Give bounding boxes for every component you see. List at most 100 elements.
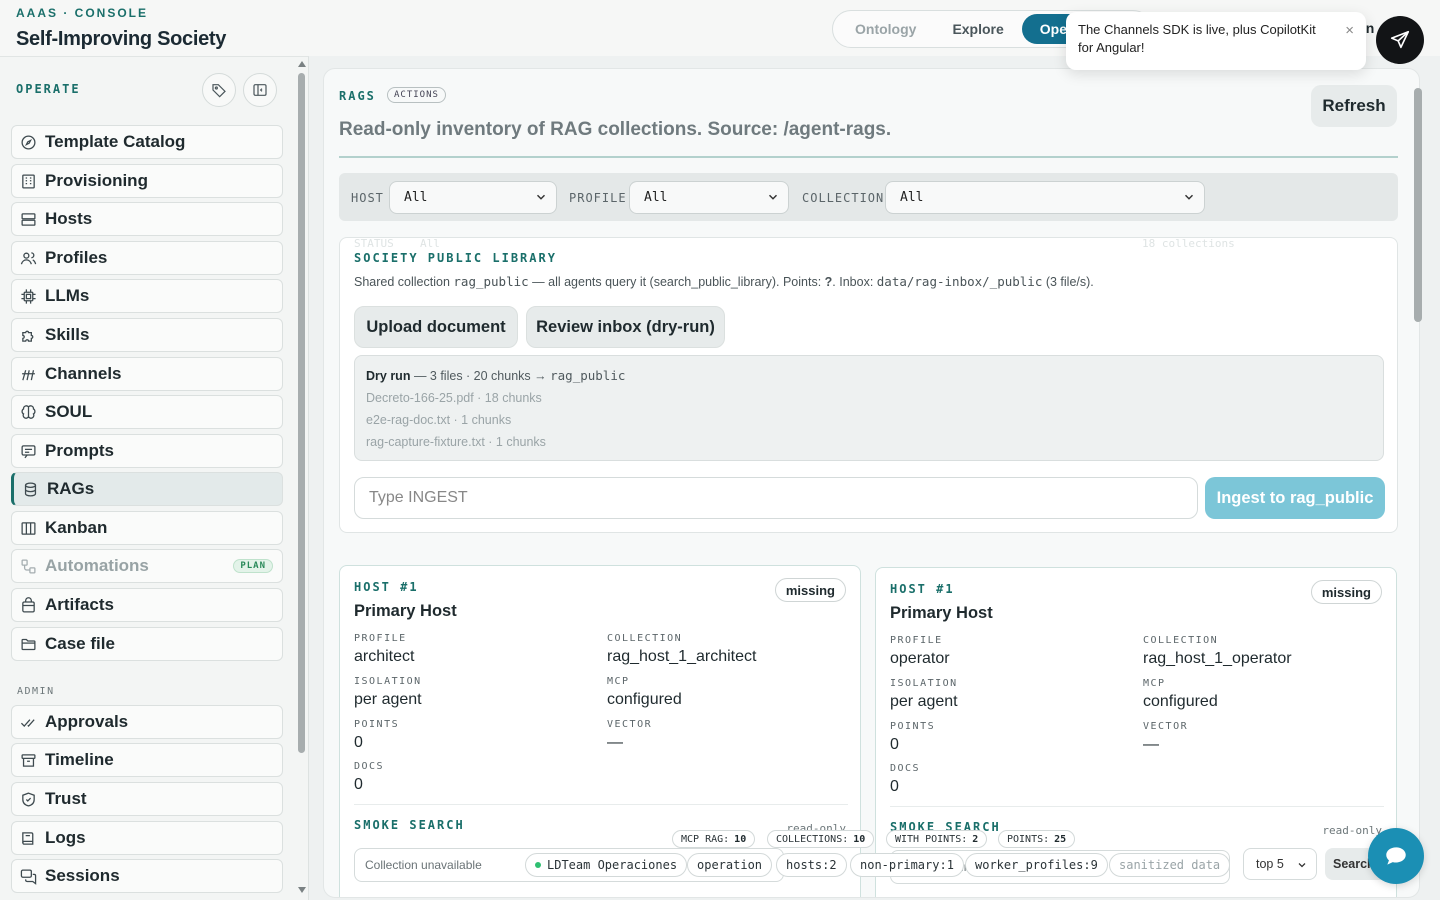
sidebar-item-label: Profiles bbox=[45, 248, 108, 267]
worker-profiles-chip[interactable]: worker_profiles:9 bbox=[965, 853, 1108, 877]
sidebar-item-provisioning[interactable]: Provisioning bbox=[11, 164, 283, 198]
dry-run-header: Dry run — 3 files · 20 chunks → rag_publ… bbox=[366, 368, 1372, 383]
chat-launcher-button[interactable] bbox=[1368, 828, 1424, 884]
host-kicker: HOST #1 bbox=[354, 580, 419, 594]
scroll-down-arrow-icon[interactable] bbox=[298, 887, 306, 893]
isolation-label: ISOLATION bbox=[890, 678, 958, 689]
sidebar-item-label: LLMs bbox=[45, 286, 90, 305]
check-icon bbox=[20, 718, 35, 727]
header-divider bbox=[339, 156, 1398, 158]
chevron-down-icon bbox=[1184, 194, 1194, 200]
sidebar-item-template-catalog[interactable]: Template Catalog bbox=[11, 125, 283, 159]
sidebar-item-hosts[interactable]: Hosts bbox=[11, 202, 283, 236]
team-chip-label: LDTeam Operaciones bbox=[547, 858, 678, 872]
collection-value: rag_host_1_architect bbox=[607, 648, 757, 665]
profile-label: PROFILE bbox=[890, 635, 943, 646]
sidebar-item-trust[interactable]: Trust bbox=[11, 782, 283, 816]
dry-run-summary: Dry run — 3 files · 20 chunks → rag_publ… bbox=[354, 355, 1384, 461]
sidebar-item-label: Approvals bbox=[45, 712, 129, 731]
profile-filter-value: All bbox=[644, 190, 668, 205]
sidebar-item-channels[interactable]: Channels bbox=[11, 357, 283, 391]
puzzle-icon bbox=[22, 330, 34, 342]
team-chip[interactable]: LDTeam Operaciones bbox=[525, 853, 688, 877]
sidebar-item-llms[interactable]: LLMs bbox=[11, 279, 283, 313]
sidebar-scroll-thumb[interactable] bbox=[298, 73, 305, 753]
hosts-chip[interactable]: hosts:2 bbox=[776, 853, 847, 877]
workflow-icon bbox=[21, 558, 36, 574]
profile-filter-label: PROFILE bbox=[569, 191, 627, 205]
sidebar-section-operate: OPERATE bbox=[16, 82, 81, 96]
columns-icon bbox=[21, 521, 36, 535]
sidebar-item-approvals[interactable]: Approvals bbox=[11, 705, 283, 739]
dry-run-label: Dry run bbox=[366, 369, 411, 383]
public-library-card: STATUS All 18 collections SOCIETY PUBLIC… bbox=[339, 237, 1398, 533]
book-icon bbox=[22, 831, 34, 845]
sidebar-tag-button[interactable] bbox=[202, 73, 236, 107]
main-scrollbar[interactable] bbox=[1414, 88, 1422, 878]
desc-text: Shared collection bbox=[354, 275, 450, 289]
desc-text: . Inbox: bbox=[832, 275, 874, 289]
top-k-select[interactable]: top 5 bbox=[1243, 848, 1317, 880]
stat-mcp-rag: MCP RAG: 10 bbox=[672, 830, 756, 848]
sidebar-item-label: Artifacts bbox=[45, 595, 114, 614]
mode-ontology-tab[interactable]: Ontology bbox=[837, 14, 934, 44]
sidebar-item-rags[interactable]: RAGs bbox=[11, 472, 283, 506]
sidebar-item-automations[interactable]: Automations PLAN bbox=[11, 549, 283, 583]
mode-chip[interactable]: operation bbox=[687, 853, 773, 877]
panel-collapse-icon bbox=[253, 84, 267, 96]
review-inbox-button[interactable]: Review inbox (dry-run) bbox=[526, 306, 725, 348]
sidebar-item-prompts[interactable]: Prompts bbox=[11, 434, 283, 468]
sanitized-chip: sanitized data bbox=[1109, 853, 1231, 877]
host-card: HOST #1 Primary Host missing PROFILE ope… bbox=[875, 567, 1397, 897]
refresh-button[interactable]: Refresh bbox=[1311, 85, 1397, 127]
sidebar-item-label: Hosts bbox=[45, 209, 93, 228]
main-scroll-thumb[interactable] bbox=[1414, 88, 1422, 322]
chat-bubble-icon bbox=[1386, 847, 1406, 865]
compass-icon bbox=[21, 134, 36, 150]
sidebar-collapse-button[interactable] bbox=[243, 73, 277, 107]
profile-filter-select[interactable]: All bbox=[629, 181, 789, 214]
host-kicker: HOST #1 bbox=[890, 582, 955, 596]
bag-icon bbox=[22, 596, 35, 613]
sidebar-item-kanban[interactable]: Kanban bbox=[11, 511, 283, 545]
non-primary-chip[interactable]: non-primary:1 bbox=[850, 853, 964, 877]
collection-filter-value: All bbox=[900, 190, 924, 205]
host-filter-label: HOST bbox=[351, 191, 384, 205]
sidebar-item-logs[interactable]: Logs bbox=[11, 821, 283, 855]
scroll-up-arrow-icon[interactable] bbox=[298, 61, 306, 67]
points-label: POINTS bbox=[890, 721, 936, 732]
sidebar-item-timeline[interactable]: Timeline bbox=[11, 743, 283, 777]
stat-label: WITH POINTS: bbox=[895, 833, 968, 845]
sidebar-item-artifacts[interactable]: Artifacts bbox=[11, 588, 283, 622]
chat-icon bbox=[20, 868, 37, 885]
sidebar: OPERATE Template Catalog Provisioning Ho… bbox=[0, 56, 309, 900]
status-dot bbox=[535, 862, 541, 868]
sidebar-item-case-file[interactable]: Case file bbox=[11, 627, 283, 661]
announcement-toast: The Channels SDK is live, plus CopilotKi… bbox=[1066, 12, 1366, 70]
points-value: 0 bbox=[890, 736, 899, 753]
chevron-down-icon bbox=[536, 194, 546, 200]
ingest-button[interactable]: Ingest to rag_public bbox=[1205, 477, 1385, 519]
plan-badge: PLAN bbox=[233, 559, 273, 573]
isolation-value: per agent bbox=[890, 693, 958, 710]
smoke-divider bbox=[354, 804, 848, 805]
sidebar-item-skills[interactable]: Skills bbox=[11, 318, 283, 352]
sidebar-item-sessions[interactable]: Sessions bbox=[11, 859, 283, 893]
host-filter-select[interactable]: All bbox=[389, 181, 557, 214]
sidebar-item-soul[interactable]: SOUL bbox=[11, 395, 283, 429]
copilot-launcher-button[interactable] bbox=[1376, 16, 1424, 64]
filter-bar: HOST All PROFILE All COLLECTION All bbox=[339, 173, 1398, 221]
sidebar-item-profiles[interactable]: Profiles bbox=[11, 241, 283, 275]
mcp-value: configured bbox=[607, 691, 682, 708]
sidebar-section-admin: ADMIN bbox=[17, 686, 55, 697]
stat-points: POINTS: 25 bbox=[998, 830, 1076, 848]
upload-document-button[interactable]: Upload document bbox=[354, 306, 518, 348]
collection-label: COLLECTION bbox=[607, 633, 683, 644]
dry-run-target: rag_public bbox=[550, 368, 626, 383]
mode-explore-tab[interactable]: Explore bbox=[934, 14, 1021, 44]
ingest-confirm-input[interactable]: Type INGEST bbox=[354, 477, 1198, 519]
collection-filter-select[interactable]: All bbox=[885, 181, 1205, 214]
toast-close-icon[interactable]: × bbox=[1345, 22, 1354, 40]
sidebar-scrollbar[interactable] bbox=[298, 61, 306, 893]
tag-icon bbox=[212, 84, 226, 98]
